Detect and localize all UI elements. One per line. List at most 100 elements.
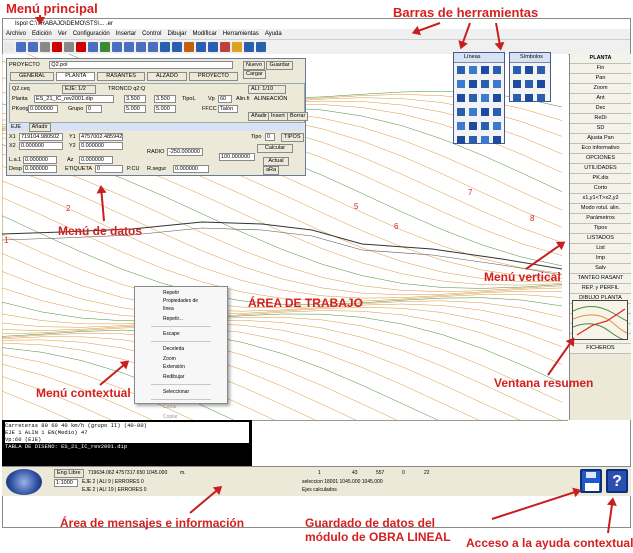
menu-4[interactable]: Insertar [116, 31, 136, 37]
toolbar-icon[interactable] [100, 42, 110, 52]
vmenu-item-9[interactable]: OPCIONES [570, 154, 631, 164]
mode-button[interactable]: Eng Libre [54, 469, 84, 478]
vmenu-item-19[interactable]: Imp [570, 254, 631, 264]
actual-button[interactable]: Actual [263, 157, 289, 166]
menu-8[interactable]: Herramientas [223, 31, 259, 37]
palette-tool-icon[interactable] [493, 80, 501, 88]
vp-input[interactable]: 60 [218, 95, 232, 103]
desp-input[interactable]: 0.000000 [23, 165, 57, 173]
palette-tool-icon[interactable] [469, 94, 477, 102]
tipo-input[interactable]: 0 [265, 133, 275, 141]
menu-6[interactable]: Dibujar [167, 31, 186, 37]
vmenu-item-28[interactable]: FICHEROS [570, 344, 631, 354]
menu-9[interactable]: Ayuda [265, 31, 282, 37]
az-input[interactable]: 0.000000 [79, 156, 113, 164]
eje-selector[interactable]: EJE: 1/2 [62, 85, 96, 94]
ctx-item-2[interactable]: Escape [149, 329, 213, 339]
vmenu-item-8[interactable]: Eco informativo [570, 144, 631, 154]
palette-tool-icon[interactable] [493, 136, 501, 144]
palette-tool-icon[interactable] [469, 122, 477, 130]
palette-tool-icon[interactable] [469, 66, 477, 74]
toolbar-icon[interactable] [256, 42, 266, 52]
overview-window[interactable] [572, 300, 628, 340]
vmenu-item-16[interactable]: Tipos [570, 224, 631, 234]
anadir-button[interactable]: Añadir [248, 112, 270, 121]
tab-planta[interactable]: PLANTA [56, 72, 96, 81]
menu-7[interactable]: Modificar [192, 31, 216, 37]
vmenu-item-2[interactable]: Zoom [570, 84, 631, 94]
alfa-button[interactable]: aRa [263, 166, 280, 175]
guardar-button[interactable]: Guardar [266, 61, 293, 70]
palette-tool-icon[interactable] [481, 66, 489, 74]
toolbar-icon[interactable] [64, 42, 74, 52]
vmenu-item-10[interactable]: UTILIDADES [570, 164, 631, 174]
scale-input[interactable]: 1:1000 [54, 479, 78, 487]
y2-input[interactable]: 0.000000 [79, 142, 123, 150]
ctx-item-5[interactable]: Redibujar [149, 372, 213, 382]
palette-tool-icon[interactable] [457, 122, 465, 130]
palette-tool-icon[interactable] [481, 80, 489, 88]
radio-input[interactable]: -250.000000 [167, 148, 203, 156]
vmenu-item-15[interactable]: Parámetros [570, 214, 631, 224]
vmenu-item-13[interactable]: x1,y1<T>x2,y2 [570, 194, 631, 204]
vmenu-item-5[interactable]: ReDi [570, 114, 631, 124]
toolbar-icon[interactable] [112, 42, 122, 52]
ctx-item-4[interactable]: Zoom Extensión [149, 354, 213, 372]
borrar-button[interactable]: Borrar [287, 112, 309, 121]
v1-input[interactable]: 3.500 [124, 95, 146, 103]
toolbar-icon[interactable] [172, 42, 182, 52]
vmenu-item-11[interactable]: PK.dis [570, 174, 631, 184]
anadir2-button[interactable]: Añadir [28, 123, 51, 132]
palette-tool-icon[interactable] [481, 94, 489, 102]
y1-input[interactable]: 4757002.485942 [79, 133, 123, 141]
tab-alzado[interactable]: ALZADO [146, 72, 187, 81]
vmenu-item-7[interactable]: Ajusta Pan [570, 134, 631, 144]
tab-general[interactable]: GENERAL [10, 72, 55, 81]
proyecto-input[interactable]: Q2.pol [49, 61, 234, 69]
toolbar-icon[interactable] [196, 42, 206, 52]
palette-tool-icon[interactable] [481, 136, 489, 144]
val100-input[interactable]: 100.000000 [219, 153, 255, 161]
toolbar-icon[interactable] [52, 42, 62, 52]
pk-input[interactable]: 0.000000 [28, 105, 58, 113]
ctx-item-0[interactable]: Repetir Propiedades de línea [149, 288, 213, 314]
palette-tool-icon[interactable] [481, 122, 489, 130]
palette-tool-icon[interactable] [525, 94, 533, 102]
palette-tool-icon[interactable] [525, 66, 533, 74]
save-icon[interactable] [580, 469, 602, 493]
ctx-item-1[interactable]: Repetir... [149, 314, 213, 324]
palette-tool-icon[interactable] [469, 108, 477, 116]
toolbar-icon[interactable] [184, 42, 194, 52]
calcular-button[interactable]: Calcular [257, 144, 293, 153]
nuevo-button[interactable]: Nuevo [243, 61, 265, 70]
palette-tool-icon[interactable] [513, 66, 521, 74]
toolbar-icon[interactable] [4, 42, 14, 52]
toolbar-icon[interactable] [124, 42, 134, 52]
etiqueta-input[interactable]: 0 [95, 165, 123, 173]
palette-tool-icon[interactable] [537, 66, 545, 74]
tipos-button[interactable]: TIPOS [281, 133, 304, 142]
v4-input[interactable]: 5.000 [154, 105, 176, 113]
palette-tool-icon[interactable] [493, 108, 501, 116]
toolbar-icon[interactable] [16, 42, 26, 52]
ali-selector[interactable]: ALI: 1/10 [248, 85, 286, 94]
grupo-input[interactable]: 0 [86, 105, 102, 113]
x2-input[interactable]: 0.000000 [19, 142, 63, 150]
tab-rasantes[interactable]: RASANTES [97, 72, 145, 81]
palette-tool-icon[interactable] [537, 80, 545, 88]
palette-tool-icon[interactable] [469, 80, 477, 88]
ctx-item-3[interactable]: Deceleda [149, 344, 213, 354]
vmenu-item-21[interactable]: TANTEO RASANT [570, 274, 631, 284]
toolbar-icon[interactable] [88, 42, 98, 52]
menu-5[interactable]: Control [142, 31, 161, 37]
menu-0[interactable]: Archivo [6, 31, 26, 37]
v3-input[interactable]: 5.000 [124, 105, 146, 113]
vmenu-item-14[interactable]: Modo rotul. alin. [570, 204, 631, 214]
palette-tool-icon[interactable] [457, 80, 465, 88]
palette-tool-icon[interactable] [513, 80, 521, 88]
toolbar-icon[interactable] [220, 42, 230, 52]
rsegur-input[interactable]: 0.000000 [173, 165, 209, 173]
menu-1[interactable]: Edición [32, 31, 52, 37]
menu-3[interactable]: Configuración [73, 31, 110, 37]
toolbar-icon[interactable] [208, 42, 218, 52]
